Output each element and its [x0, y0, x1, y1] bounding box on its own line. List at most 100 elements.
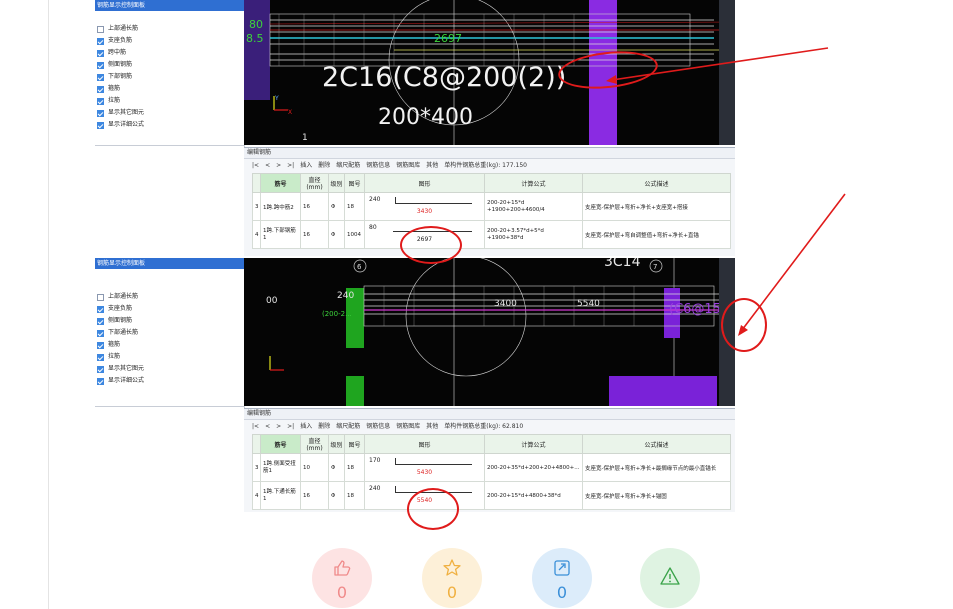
editor-toolbar: |< < > >| 插入 删除 缩尺配筋 钢筋信息 钢筋图库 其他 单构件钢筋总重(kg): 62.… — [244, 420, 735, 434]
toolbar-item[interactable]: 缩尺配筋 — [336, 162, 360, 169]
toolbar-item[interactable]: 钢筋图库 — [396, 162, 420, 169]
panel-checkbox-item[interactable]: 显示其它图元 — [97, 107, 244, 119]
checkbox-icon[interactable] — [97, 317, 104, 325]
table-row[interactable]: 4 1跨.下通长筋1 16 Φ 18 240 5540 200-20+15*d+4… — [252, 481, 731, 510]
panel-checkbox-item[interactable]: 支座负筋 — [97, 303, 244, 315]
panel-checkbox-item[interactable]: 侧面钢筋 — [97, 59, 244, 71]
checkbox-icon[interactable] — [97, 293, 104, 301]
checkbox-icon[interactable] — [97, 37, 104, 45]
cad-drawing-bottom: 240 (200-2... 3400 5540 00 6 7 3C14 (C6@… — [244, 258, 735, 406]
col-header: 图号 — [344, 173, 365, 193]
dim-8: 8.5 — [246, 32, 264, 45]
panel-checkbox-item[interactable]: 拉筋 — [97, 351, 244, 363]
table-row[interactable]: 3 1跨.侧面受扭筋1 10 Φ 18 170 5430 200-20+35*d+… — [252, 453, 731, 482]
panel-checkbox-item[interactable]: 箍筋 — [97, 83, 244, 95]
checkbox-icon[interactable] — [97, 25, 104, 33]
checkbox-icon[interactable] — [97, 305, 104, 313]
checkbox-label: 拉筋 — [108, 97, 121, 104]
checkbox-label: 跨中筋 — [108, 49, 127, 56]
toolbar-item[interactable]: 其他 — [426, 162, 438, 169]
favorite-button[interactable]: 0 — [422, 548, 482, 608]
editor-title: 编辑钢筋 — [244, 148, 735, 159]
checkbox-label: 支座负筋 — [108, 37, 133, 44]
panel-blank-area — [95, 145, 245, 256]
cad-side-toolbar[interactable] — [719, 0, 735, 145]
checkbox-icon[interactable] — [97, 49, 104, 57]
checkbox-label: 侧面钢筋 — [108, 317, 133, 324]
shape-cell[interactable]: 170 5430 — [364, 453, 485, 482]
axis-number: 1 — [302, 133, 308, 143]
panel-checkbox-item[interactable]: 下部钢筋 — [97, 71, 244, 83]
panel-checkbox-list: 上部通长筋 支座负筋侧面钢筋下部通长筋 箍筋 拉筋显示其它图元显示详细公式 — [97, 291, 244, 387]
axis-7: 7 — [653, 263, 657, 271]
checkbox-icon[interactable] — [97, 73, 104, 81]
panel-checkbox-item[interactable]: 箍筋 — [97, 339, 244, 351]
checkbox-icon[interactable] — [97, 365, 104, 373]
col-header: 直径(mm) — [300, 173, 329, 193]
toolbar-item[interactable]: >| — [287, 423, 294, 430]
shape-cell[interactable]: 240 3430 — [364, 192, 485, 221]
col-header: 图形 — [364, 434, 485, 454]
rebar-table: 筋号 直径(mm) 级别 图号 图形 计算公式 公式描述 3 1跨.跨中筋2 1… — [252, 173, 731, 249]
checkbox-label: 显示详细公式 — [108, 121, 145, 128]
panel-checkbox-item[interactable]: 跨中筋 — [97, 47, 244, 59]
toolbar-item[interactable]: < — [265, 162, 270, 169]
checkbox-label: 箍筋 — [108, 85, 121, 92]
table-row[interactable]: 4 1跨.下部钢筋1 16 Φ 1004 80 2697 200-20+3.57*… — [252, 220, 731, 249]
toolbar-item: 单构件钢筋总重(kg): 62.810 — [444, 423, 524, 430]
toolbar-item[interactable]: 删除 — [318, 423, 330, 430]
checkbox-icon[interactable] — [97, 329, 104, 337]
panel-checkbox-item[interactable]: 上部通长筋 — [97, 23, 244, 35]
checkbox-icon[interactable] — [97, 109, 104, 117]
checkbox-icon[interactable] — [97, 121, 104, 129]
table-row[interactable]: 3 1跨.跨中筋2 16 Φ 18 240 3430 200-20+15*d +1… — [252, 192, 731, 221]
toolbar-item[interactable]: |< — [252, 423, 259, 430]
toolbar-item[interactable]: >| — [287, 162, 294, 169]
toolbar-item[interactable]: 钢筋信息 — [366, 162, 390, 169]
col-header: 公式描述 — [582, 434, 731, 454]
cad-viewport-top[interactable]: 80 8.5 2697 2C16(C8@200(2)) 200*400 1 Y … — [244, 0, 735, 145]
checkbox-icon[interactable] — [97, 353, 104, 361]
beam-label-size: 200*400 — [378, 105, 473, 130]
panel-checkbox-item[interactable]: 上部通长筋 — [97, 291, 244, 303]
toolbar-item[interactable]: 其他 — [426, 423, 438, 430]
panel-checkbox-item[interactable]: 显示详细公式 — [97, 119, 244, 131]
toolbar-item[interactable]: < — [265, 423, 270, 430]
panel-checkbox-item[interactable]: 支座负筋 — [97, 35, 244, 47]
toolbar-item[interactable]: 缩尺配筋 — [336, 423, 360, 430]
toolbar-item[interactable]: 插入 — [300, 423, 312, 430]
toolbar-item[interactable]: > — [276, 423, 281, 430]
cad-viewport-bottom[interactable]: 240 (200-2... 3400 5540 00 6 7 3C14 (C6@… — [244, 258, 735, 406]
toolbar-item[interactable]: > — [276, 162, 281, 169]
share-button[interactable]: 0 — [532, 548, 592, 608]
annotation-oval — [407, 488, 459, 530]
toolbar-item[interactable]: 插入 — [300, 162, 312, 169]
like-button[interactable]: 0 — [312, 548, 372, 608]
panel-checkbox-item[interactable]: 拉筋 — [97, 95, 244, 107]
svg-text:Y: Y — [274, 95, 279, 102]
checkbox-icon[interactable] — [97, 61, 104, 69]
checkbox-label: 显示其它图元 — [108, 365, 145, 372]
reaction-bar: 0 0 0 — [0, 548, 953, 609]
screenshot-top: 钢筋显示控制面板 上部通长筋 支座负筋 跨中筋 侧面钢筋 下部钢筋 箍筋 拉筋 显示其它图元显… — [95, 0, 735, 256]
toolbar-item[interactable]: 删除 — [318, 162, 330, 169]
panel-title: 钢筋显示控制面板 — [95, 258, 244, 269]
cad-drawing-top: 80 8.5 2697 2C16(C8@200(2)) 200*400 1 Y … — [244, 0, 735, 145]
toolbar-item[interactable]: |< — [252, 162, 259, 169]
editor-title: 编辑钢筋 — [244, 409, 735, 420]
report-button[interactable] — [640, 548, 700, 608]
toolbar-item[interactable]: 钢筋图库 — [396, 423, 420, 430]
checkbox-icon[interactable] — [97, 377, 104, 385]
panel-checkbox-item[interactable]: 下部通长筋 — [97, 327, 244, 339]
toolbar-item[interactable]: 钢筋信息 — [366, 423, 390, 430]
panel-checkbox-item[interactable]: 显示其它图元 — [97, 363, 244, 375]
col-header: 筋号 — [260, 173, 301, 193]
checkbox-icon[interactable] — [97, 85, 104, 93]
checkbox-icon[interactable] — [97, 341, 104, 349]
dim-5540: 5540 — [577, 299, 600, 309]
panel-checkbox-item[interactable]: 侧面钢筋 — [97, 315, 244, 327]
col-header: 计算公式 — [484, 173, 583, 193]
checkbox-icon[interactable] — [97, 97, 104, 105]
panel-checkbox-item[interactable]: 显示详细公式 — [97, 375, 244, 387]
share-count: 0 — [556, 583, 568, 602]
